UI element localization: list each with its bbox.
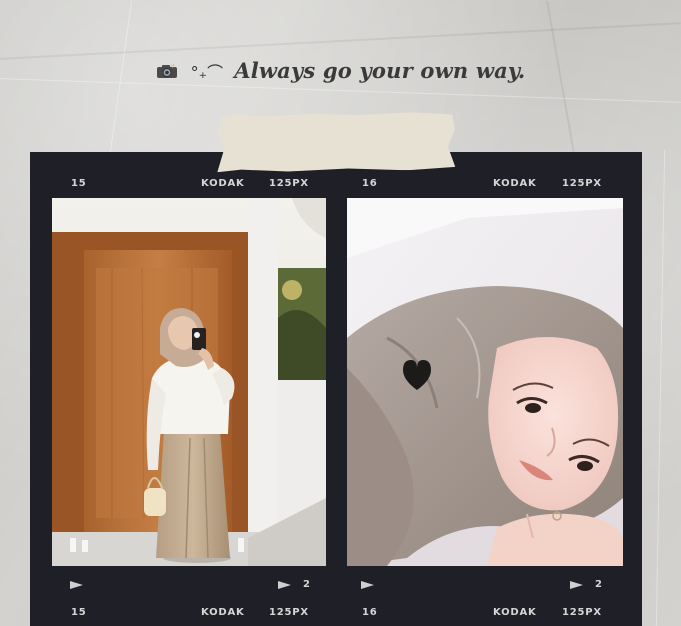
top-right-frame-number: 16	[362, 178, 378, 189]
bottom-right-marker-number: 2	[595, 579, 603, 590]
frame-advance-arrow-icon	[361, 581, 374, 589]
bottom-right-frame-number: 16	[362, 607, 378, 618]
bottom-left-brand: KODAK	[201, 607, 245, 618]
paper-crease	[655, 150, 666, 626]
caption-text: Always go your own way.	[234, 58, 526, 83]
washi-tape	[217, 112, 456, 172]
camera-with-flash-icon	[156, 62, 178, 79]
mirror-selfie-photo	[52, 198, 326, 566]
bottom-right-format: 125PX	[562, 607, 602, 618]
top-right-brand: KODAK	[493, 178, 537, 189]
bottom-left-frame-number: 15	[71, 607, 87, 618]
caption: °₊⌒ Always go your own way.	[0, 58, 681, 83]
top-left-brand: KODAK	[201, 178, 245, 189]
paper-crease	[0, 22, 681, 60]
top-right-format: 125PX	[562, 178, 602, 189]
film-strip: 15 KODAK 125PX 16 KODAK 125PX 2 2 15 KOD…	[30, 152, 642, 626]
top-left-frame-number: 15	[71, 178, 87, 189]
top-left-format: 125PX	[269, 178, 309, 189]
bottom-left-format: 125PX	[269, 607, 309, 618]
frame-advance-arrow-icon	[570, 581, 583, 589]
frame-advance-arrow-icon	[278, 581, 291, 589]
frame-advance-arrow-icon	[70, 581, 83, 589]
bottom-left-marker-number: 2	[303, 579, 311, 590]
caption-decorative-symbols: °₊⌒	[190, 62, 224, 82]
close-up-selfie-photo	[347, 198, 623, 566]
bottom-right-brand: KODAK	[493, 607, 537, 618]
